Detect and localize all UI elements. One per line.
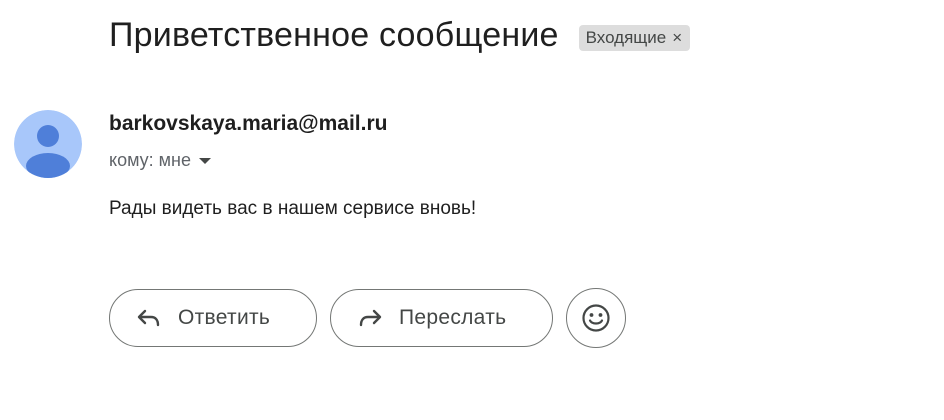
label-chip-text: Входящие	[585, 27, 667, 47]
recipient-line[interactable]: кому: мне	[109, 150, 211, 171]
forward-arrow-icon	[357, 307, 383, 329]
smiley-emoji-icon	[582, 304, 610, 332]
forward-label: Переслать	[399, 306, 507, 329]
label-chip-inbox[interactable]: Входящие ×	[578, 24, 691, 51]
subject-header: Приветственное сообщение Входящие ×	[109, 16, 691, 55]
reply-arrow-icon	[136, 307, 162, 329]
action-bar: Ответить Переслать	[109, 288, 626, 348]
reply-button[interactable]: Ответить	[109, 289, 317, 347]
recipient-text: кому: мне	[109, 150, 191, 170]
emoji-reaction-button[interactable]	[566, 288, 626, 348]
person-avatar-icon	[14, 110, 82, 178]
forward-button[interactable]: Переслать	[330, 289, 553, 347]
caret-down-icon[interactable]	[199, 158, 211, 164]
email-body: Рады видеть вас в нашем сервисе вновь!	[109, 198, 477, 219]
avatar[interactable]	[14, 110, 82, 178]
email-subject: Приветственное сообщение	[109, 16, 559, 54]
reply-label: Ответить	[178, 306, 271, 329]
close-icon[interactable]: ×	[672, 29, 682, 46]
sender-email: barkovskaya.maria@mail.ru	[109, 112, 388, 135]
